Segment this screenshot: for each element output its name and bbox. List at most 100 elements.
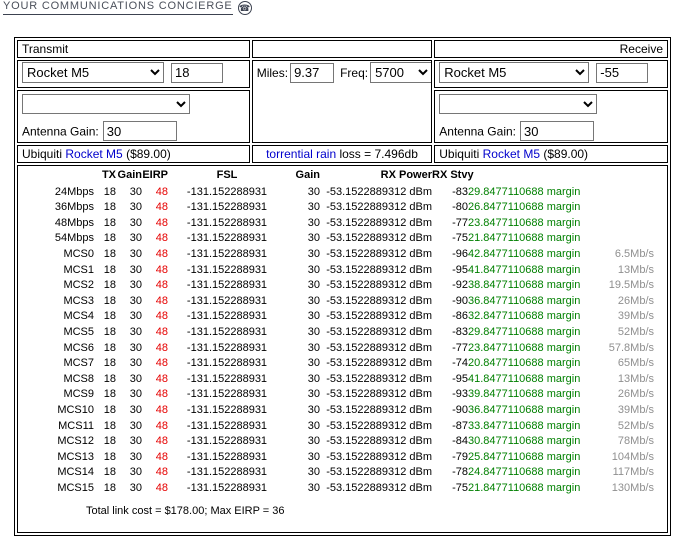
- speed-cell: 117Mb/s: [606, 464, 654, 480]
- results-panel: TX Gain EIRP FSL Gain RX Power RX Stvy 2…: [17, 165, 668, 533]
- gain2-cell: 30: [286, 355, 320, 371]
- gain-cell: 30: [116, 293, 142, 309]
- speed-cell: 39Mb/s: [606, 309, 654, 325]
- fsl-cell: -131.152288931: [168, 262, 286, 278]
- gain2-cell: 30: [286, 215, 320, 231]
- rx-stvy-cell: -96: [432, 246, 468, 262]
- transmit-power-input[interactable]: [171, 63, 223, 83]
- rate-cell: 48Mbps: [36, 215, 94, 231]
- margin-cell: 29.8477110688 margin: [468, 324, 606, 340]
- tx-cell: 18: [94, 293, 116, 309]
- fsl-cell: -131.152288931: [168, 402, 286, 418]
- receive-product-link[interactable]: Rocket M5: [483, 147, 540, 161]
- rate-cell: MCS13: [36, 449, 94, 465]
- tx-cell: 18: [94, 215, 116, 231]
- eirp-cell: 48: [142, 199, 168, 215]
- rate-cell: MCS11: [36, 418, 94, 434]
- eirp-cell: 48: [142, 464, 168, 480]
- receive-power-input[interactable]: [596, 63, 648, 83]
- speed-cell: 39Mb/s: [606, 402, 654, 418]
- gain-cell: 30: [116, 340, 142, 356]
- receive-antenna-gain-input[interactable]: [520, 121, 594, 141]
- transmit-radio-cell: Rocket M5: [17, 60, 250, 88]
- miles-input[interactable]: [290, 63, 334, 83]
- fsl-cell: -131.152288931: [168, 480, 286, 496]
- speed-cell: 130Mb/s: [606, 480, 654, 496]
- miles-label: Miles:: [257, 66, 288, 80]
- receive-antenna-select[interactable]: [439, 94, 597, 114]
- receive-radio-select[interactable]: Rocket M5: [439, 62, 589, 83]
- transmit-product: Ubiquiti Rocket M5 ($89.00): [17, 145, 250, 163]
- tx-cell: 18: [94, 387, 116, 403]
- result-row: 36Mbps183048-131.15228893130-53.15228893…: [36, 199, 654, 215]
- margin-cell: 26.8477110688 margin: [468, 199, 606, 215]
- tx-cell: 18: [94, 418, 116, 434]
- rx-power-cell: -53.1522889312 dBm: [320, 246, 432, 262]
- gain-cell: 30: [116, 449, 142, 465]
- gain-cell: 30: [116, 324, 142, 340]
- rx-gain-header: Gain: [286, 167, 320, 184]
- rx-power-cell: -53.1522889312 dBm: [320, 262, 432, 278]
- rate-cell: MCS14: [36, 464, 94, 480]
- rain-type-link[interactable]: torrential rain: [266, 147, 336, 161]
- rate-cell: MCS2: [36, 277, 94, 293]
- fsl-cell: -131.152288931: [168, 293, 286, 309]
- tx-cell: 18: [94, 480, 116, 496]
- freq-label: Freq:: [340, 66, 368, 80]
- tx-cell: 18: [94, 449, 116, 465]
- eirp-cell: 48: [142, 231, 168, 247]
- eirp-cell: 48: [142, 480, 168, 496]
- transmit-product-link[interactable]: Rocket M5: [65, 147, 122, 161]
- eirp-cell: 48: [142, 371, 168, 387]
- gain2-cell: 30: [286, 309, 320, 325]
- rate-header: [36, 167, 94, 184]
- rain-loss-cell: torrential rain loss = 7.496db: [252, 145, 433, 163]
- margin-cell: 29.8477110688 margin: [468, 184, 606, 200]
- rx-stvy-cell: -90: [432, 402, 468, 418]
- gain2-cell: 30: [286, 340, 320, 356]
- result-row: MCS9183048-131.15228893130-53.1522889312…: [36, 387, 654, 403]
- total-link-cost: Total link cost = $178.00; Max EIRP = 36: [86, 505, 663, 517]
- gain-cell: 30: [116, 433, 142, 449]
- margin-cell: 20.8477110688 margin: [468, 355, 606, 371]
- rate-cell: MCS5: [36, 324, 94, 340]
- fsl-header: FSL: [168, 167, 286, 184]
- rx-power-cell: -53.1522889312 dBm: [320, 433, 432, 449]
- gain2-cell: 30: [286, 324, 320, 340]
- result-row: MCS4183048-131.15228893130-53.1522889312…: [36, 309, 654, 325]
- speed-cell: 13Mb/s: [606, 371, 654, 387]
- fsl-cell: -131.152288931: [168, 199, 286, 215]
- freq-select[interactable]: 5700: [370, 62, 432, 83]
- transmit-radio-select[interactable]: Rocket M5: [22, 62, 164, 83]
- speed-cell: 52Mb/s: [606, 324, 654, 340]
- rx-stvy-cell: -75: [432, 231, 468, 247]
- tx-cell: 18: [94, 324, 116, 340]
- speed-cell: 19.5Mb/s: [606, 277, 654, 293]
- rate-cell: MCS0: [36, 246, 94, 262]
- fsl-cell: -131.152288931: [168, 355, 286, 371]
- transmit-antenna-select[interactable]: [22, 94, 190, 114]
- margin-cell: 23.8477110688 margin: [468, 340, 606, 356]
- eirp-cell: 48: [142, 309, 168, 325]
- receive-antenna-cell: Antenna Gain:: [434, 90, 668, 143]
- margin-cell: 32.8477110688 margin: [468, 309, 606, 325]
- receive-section-label: Receive: [434, 40, 668, 58]
- speed-cell: 104Mb/s: [606, 449, 654, 465]
- logo-icon: ☎: [238, 1, 252, 15]
- transmit-antenna-gain-input[interactable]: [103, 121, 177, 141]
- margin-cell: 36.8477110688 margin: [468, 293, 606, 309]
- tx-cell: 18: [94, 277, 116, 293]
- result-row: MCS8183048-131.15228893130-53.1522889312…: [36, 371, 654, 387]
- rx-power-cell: -53.1522889312 dBm: [320, 199, 432, 215]
- rate-cell: 36Mbps: [36, 199, 94, 215]
- tx-cell: 18: [94, 246, 116, 262]
- eirp-cell: 48: [142, 184, 168, 200]
- rx-stvy-cell: -93: [432, 387, 468, 403]
- gain-cell: 30: [116, 215, 142, 231]
- rx-stvy-cell: -83: [432, 184, 468, 200]
- result-row: MCS10183048-131.15228893130-53.152288931…: [36, 402, 654, 418]
- rx-stvy-cell: -77: [432, 215, 468, 231]
- gain-cell: 30: [116, 464, 142, 480]
- transmit-section-label: Transmit: [17, 40, 250, 58]
- speed-cell: 78Mb/s: [606, 433, 654, 449]
